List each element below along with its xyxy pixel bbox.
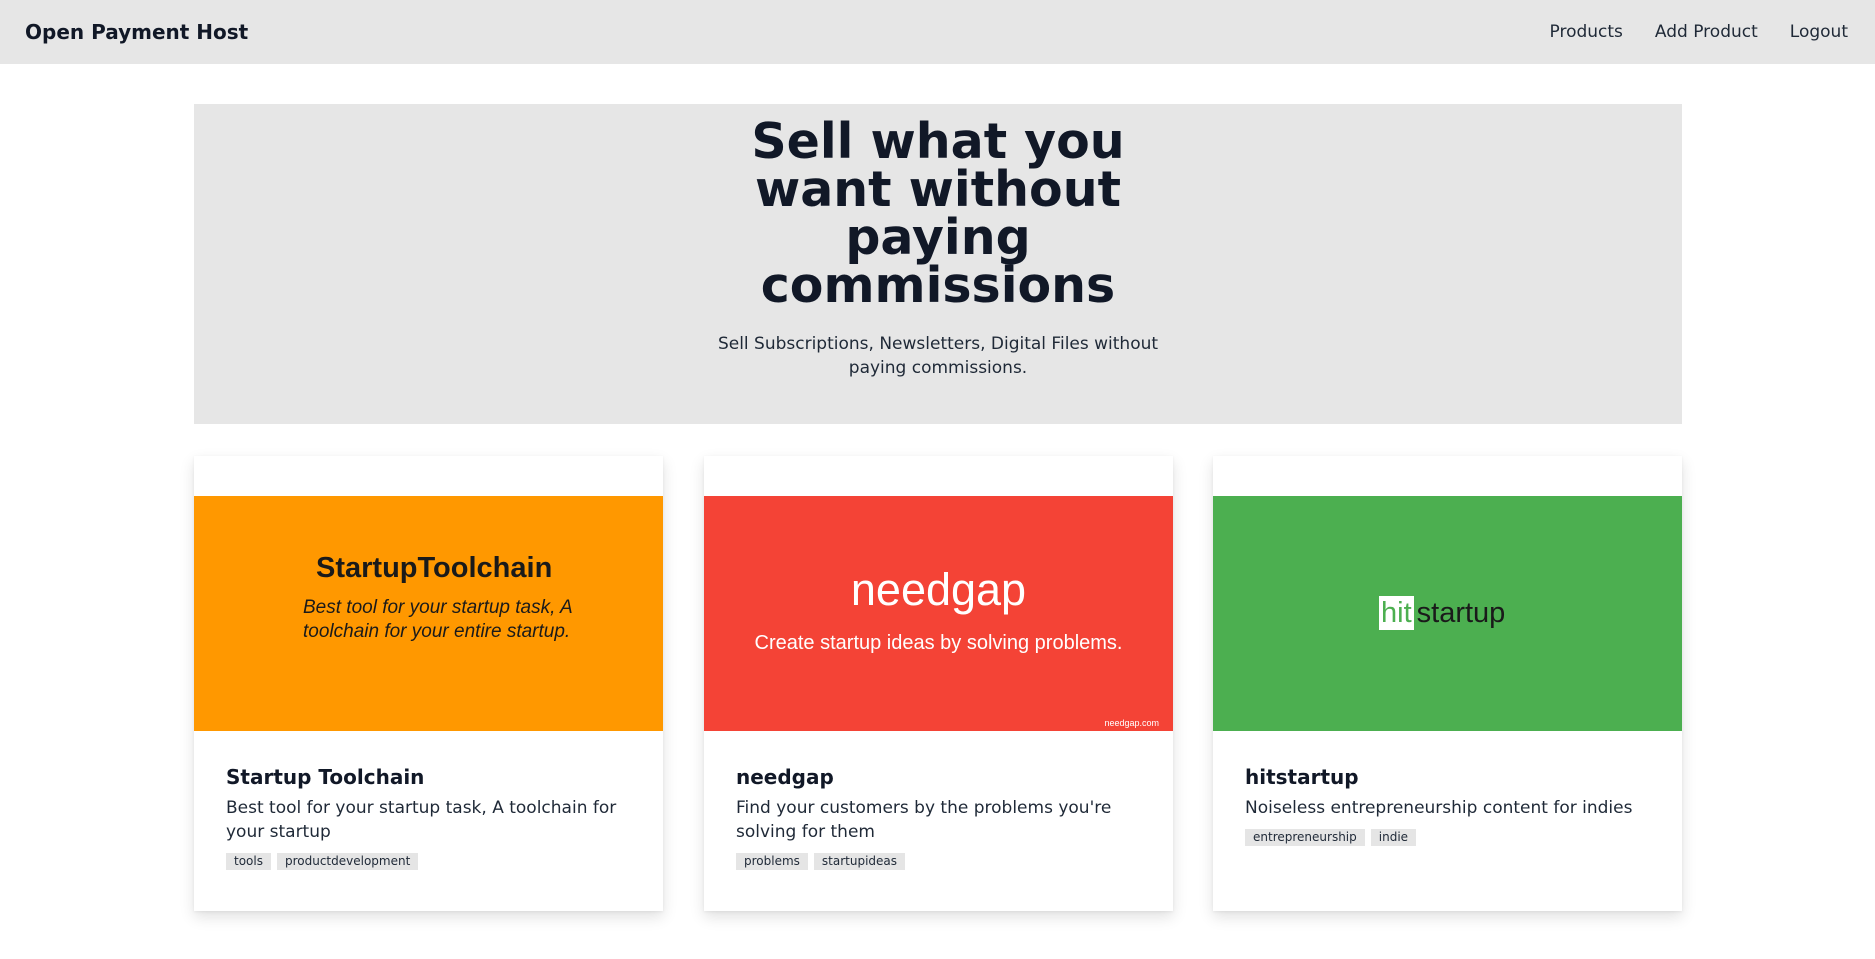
tag[interactable]: problems (736, 853, 808, 870)
navbar: Open Payment Host Products Add Product L… (0, 0, 1875, 64)
card-body: Startup Toolchain Best tool for your sta… (226, 764, 636, 870)
product-description: Noiseless entrepreneurship content for i… (1245, 798, 1633, 818)
tag[interactable]: indie (1370, 829, 1417, 846)
tag[interactable]: tools (226, 853, 271, 870)
tag-list: entrepreneurship indie (1245, 829, 1655, 846)
tag[interactable]: productdevelopment (276, 853, 419, 870)
banner-heading: StartupToolchain (316, 552, 553, 584)
hero-subtitle: Sell Subscriptions, Newsletters, Digital… (717, 334, 1159, 378)
product-card-hitstartup[interactable]: hit startup hitstartup Noiseless entrepre… (1213, 456, 1682, 911)
banner-url: needgap.com (1104, 718, 1159, 728)
tag-list: tools productdevelopment (226, 853, 636, 870)
logo-text: startup (1416, 597, 1506, 629)
banner-tagline: Best tool for your startup task, A toolc… (303, 597, 572, 642)
product-card-startup-toolchain[interactable]: StartupToolchain Best tool for your star… (194, 456, 663, 911)
product-title[interactable]: Startup Toolchain (226, 764, 636, 790)
nav-link-products[interactable]: Products (1550, 22, 1623, 42)
product-description: Find your customers by the problems you'… (736, 798, 1112, 842)
product-title[interactable]: needgap (736, 764, 1146, 790)
nav-link-add-product[interactable]: Add Product (1655, 22, 1758, 42)
nav-link-logout[interactable]: Logout (1790, 22, 1848, 42)
product-banner-image[interactable]: hit startup (1213, 496, 1682, 731)
nav-links: Products Add Product Logout (1550, 22, 1849, 42)
tag[interactable]: startupideas (813, 853, 906, 870)
card-body: hitstartup Noiseless entrepreneurship co… (1245, 764, 1655, 846)
card-body: needgap Find your customers by the probl… (736, 764, 1146, 870)
product-card-needgap[interactable]: needgap Create startup ideas by solving … (704, 456, 1173, 911)
brand-link[interactable]: Open Payment Host (25, 20, 248, 44)
product-grid: StartupToolchain Best tool for your star… (194, 456, 1682, 911)
hero-title: Sell what you want without paying commis… (751, 113, 1125, 314)
product-title[interactable]: hitstartup (1245, 764, 1655, 790)
hero-section: Sell what you want without paying commis… (194, 104, 1682, 424)
product-banner-image[interactable]: StartupToolchain Best tool for your star… (194, 496, 663, 731)
banner-tagline: Create startup ideas by solving problems… (754, 632, 1123, 654)
product-banner-image[interactable]: needgap Create startup ideas by solving … (704, 496, 1173, 731)
logo-highlight: hit (1379, 596, 1414, 630)
banner-heading: needgap (850, 564, 1027, 615)
hitstartup-logo: hit startup (1379, 596, 1505, 630)
product-description: Best tool for your startup task, A toolc… (226, 798, 617, 842)
tag[interactable]: entrepreneurship (1245, 829, 1365, 846)
tag-list: problems startupideas (736, 853, 1146, 870)
